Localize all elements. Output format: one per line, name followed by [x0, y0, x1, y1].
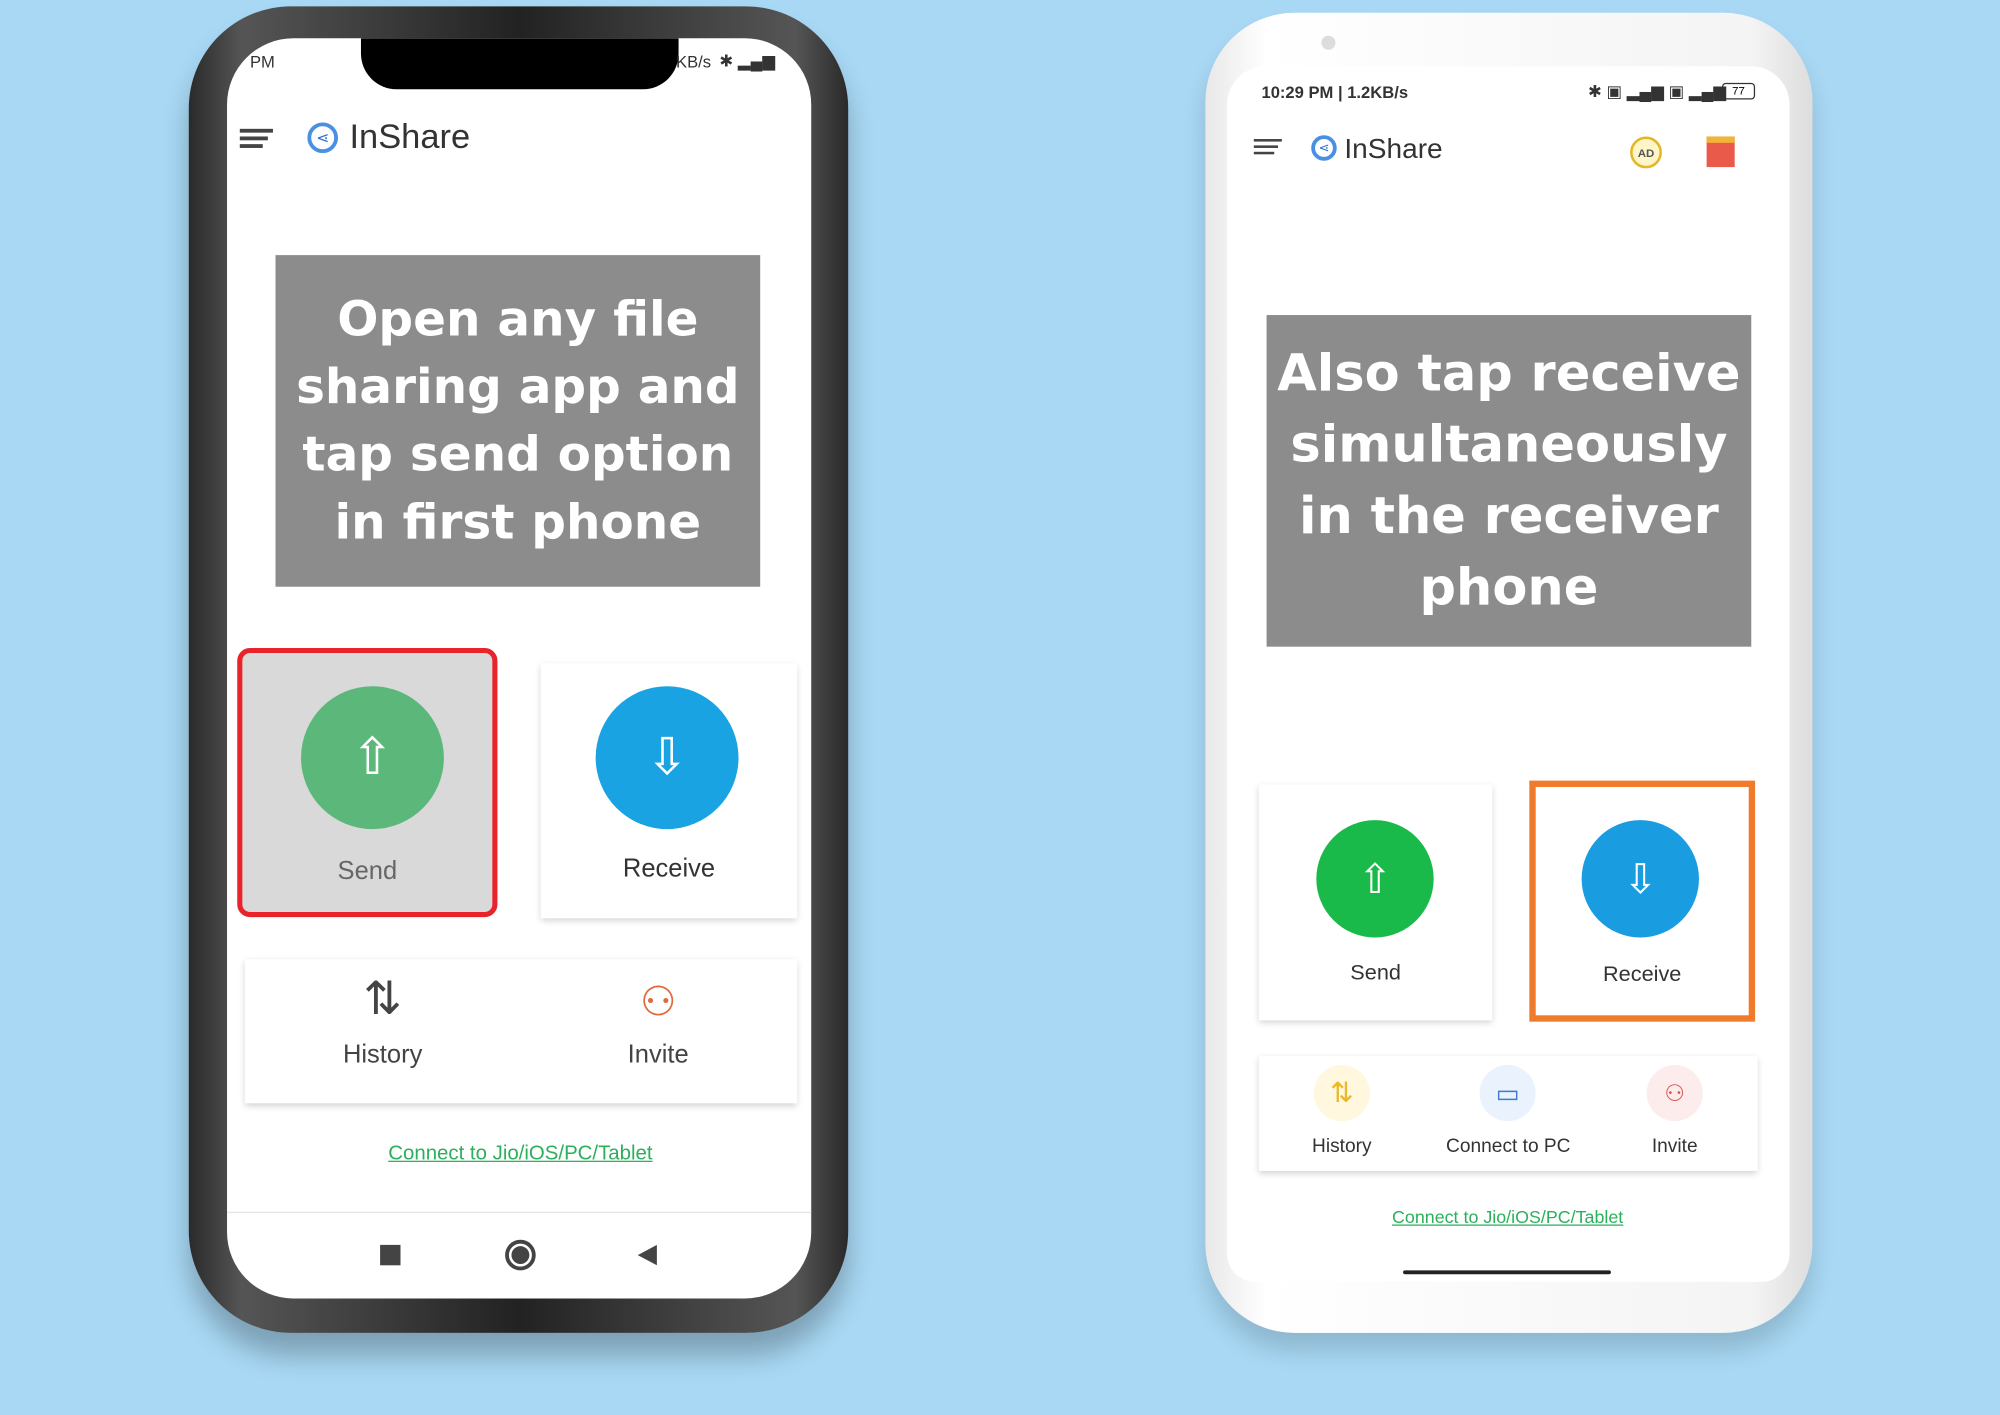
monitor-icon: ▭: [1479, 1065, 1536, 1122]
invite-user-icon: ⚇: [1646, 1065, 1703, 1122]
gift-icon[interactable]: [1706, 136, 1735, 168]
history-icon: ⇅: [1313, 1065, 1370, 1122]
invite-button[interactable]: ⚇ Invite: [1592, 1056, 1758, 1171]
upload-icon: ⇧: [1316, 820, 1434, 938]
remove-ads-icon[interactable]: AD: [1630, 136, 1662, 169]
nav-divider: [227, 1211, 812, 1214]
invite-label: Invite: [627, 1040, 689, 1069]
status-time: PM: [249, 52, 275, 72]
invite-button[interactable]: ⚇ Invite: [520, 959, 796, 1103]
home-button[interactable]: [505, 1239, 536, 1271]
receive-label: Receive: [1603, 961, 1682, 986]
app-title: InShare: [1344, 132, 1443, 165]
download-icon: ⇩: [1581, 820, 1699, 938]
connect-pc-button[interactable]: ▭ Connect to PC: [1425, 1056, 1592, 1171]
tools-card: ⇅ History ▭ Connect to PC ⚇ Invite: [1258, 1056, 1758, 1171]
connect-devices-link[interactable]: Connect to Jio/iOS/PC/Tablet: [1355, 1207, 1661, 1227]
receive-card[interactable]: ⇩ Receive: [1529, 780, 1756, 1022]
history-label: History: [342, 1040, 423, 1069]
invite-user-icon: ⚇: [639, 978, 677, 1025]
inshare-logo-icon: ⋖: [1311, 135, 1337, 161]
menu-icon[interactable]: [239, 125, 273, 152]
status-speed: KB/s: [676, 52, 712, 72]
status-icons: ✱ ▣ ▂▄▆ ▣ ▂▄▆: [1587, 81, 1727, 101]
battery-indicator: 77: [1721, 82, 1756, 100]
home-indicator[interactable]: [1403, 1270, 1611, 1275]
front-camera: [1321, 35, 1336, 50]
receive-label: Receive: [622, 854, 716, 883]
inshare-logo-icon: ⋖: [307, 122, 339, 154]
recents-button[interactable]: [380, 1244, 401, 1266]
download-icon: ⇩: [595, 686, 739, 830]
history-button[interactable]: ⇅ History: [1259, 1056, 1425, 1171]
send-card[interactable]: ⇧ Send: [1258, 784, 1493, 1021]
history-label: History: [1312, 1135, 1372, 1157]
send-label: Send: [337, 857, 398, 886]
receive-card[interactable]: ⇩ Receive: [540, 663, 798, 919]
menu-icon[interactable]: [1253, 135, 1282, 158]
send-label: Send: [1350, 960, 1401, 985]
status-time-speed: 10:29 PM | 1.2KB/s: [1261, 82, 1409, 103]
app-title: InShare: [349, 117, 471, 156]
instruction-overlay: Open any file sharing app and tap send o…: [275, 255, 761, 587]
notch: [360, 38, 679, 90]
history-icon: ⇅: [363, 971, 402, 1025]
tools-card: ⇅ History ⚇ Invite: [244, 959, 798, 1104]
upload-icon: ⇧: [301, 686, 444, 830]
connect-devices-link[interactable]: Connect to Jio/iOS/PC/Tablet: [329, 1143, 712, 1166]
instruction-overlay: Also tap receive simultaneously in the r…: [1266, 315, 1752, 647]
back-button[interactable]: [637, 1244, 657, 1266]
send-card[interactable]: ⇧ Send: [237, 647, 498, 918]
history-button[interactable]: ⇅ History: [245, 959, 521, 1103]
invite-label: Invite: [1651, 1135, 1698, 1157]
status-icons: ✱ ▂▄▆: [719, 51, 776, 71]
connect-pc-label: Connect to PC: [1446, 1135, 1571, 1157]
